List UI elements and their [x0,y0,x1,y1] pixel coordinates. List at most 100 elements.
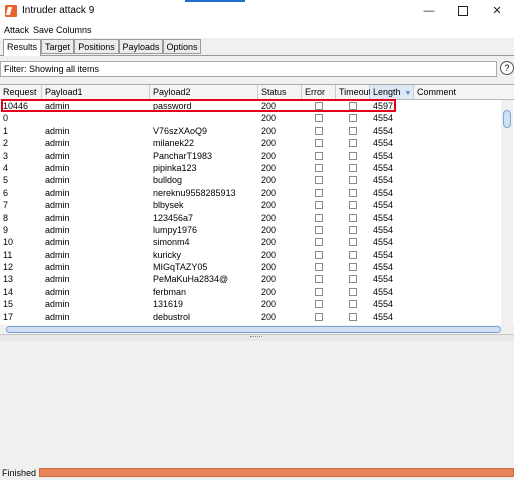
tab-positions[interactable]: Positions [74,39,119,54]
table-row[interactable]: 11 admin kuricky 200 4554 [0,249,500,261]
column-header-comment[interactable]: Comment [414,85,514,99]
error-checkbox[interactable] [315,263,323,272]
maximize-icon [458,6,468,17]
burp-app-icon [5,5,17,17]
cell-request: 0 [3,113,9,124]
tab-results[interactable]: Results [3,39,41,56]
timeout-checkbox[interactable] [349,151,357,160]
error-checkbox[interactable] [315,225,323,234]
table-row[interactable]: 5 admin bulldog 200 4554 [0,174,500,186]
table-row[interactable]: 0 200 4554 [0,112,500,124]
table-row[interactable]: 9 admin lumpy1976 200 4554 [0,224,500,236]
table-row[interactable]: 6 admin nereknu9558285913 200 4554 [0,187,500,199]
error-checkbox[interactable] [315,163,323,172]
cell-length: 4554 [373,138,394,149]
timeout-checkbox[interactable] [349,126,357,135]
timeout-checkbox[interactable] [349,312,357,321]
cell-payload2: debustrol [153,311,191,322]
timeout-checkbox[interactable] [349,139,357,148]
error-checkbox[interactable] [315,275,323,284]
error-checkbox[interactable] [315,250,323,259]
table-row[interactable]: 13 admin PeMaKuHa2834@ 200 4554 [0,273,500,285]
cell-payload1: admin [45,162,70,173]
cell-request: 10446 [3,101,29,111]
error-checkbox[interactable] [315,312,323,321]
column-header-timeout[interactable]: Timeout [336,85,371,99]
timeout-checkbox[interactable] [349,176,357,185]
maximize-button[interactable] [446,0,480,22]
table-row[interactable]: 1 admin V76szXAoQ9 200 4554 [0,125,500,137]
error-checkbox[interactable] [315,126,323,135]
table-row[interactable]: 14 admin ferbman 200 4554 [0,286,500,298]
cell-payload2: V76szXAoQ9 [153,125,208,136]
cell-request: 8 [3,212,9,223]
horizontal-scroll-thumb[interactable] [6,326,501,333]
error-checkbox[interactable] [315,287,323,296]
table-row[interactable]: 10446 admin password 200 4597 [0,100,500,112]
cell-length: 4554 [373,212,394,223]
pane-splitter[interactable] [0,334,514,341]
menu-bar: Attack Save Columns [0,22,514,38]
table-row[interactable]: 3 admin PancharT1983 200 4554 [0,150,500,162]
vertical-scrollbar[interactable] [501,100,513,325]
timeout-checkbox[interactable] [349,201,357,210]
error-checkbox[interactable] [315,238,323,247]
menu-save[interactable]: Save [33,25,54,35]
timeout-checkbox[interactable] [349,102,357,110]
error-checkbox[interactable] [315,201,323,210]
menu-attack[interactable]: Attack [4,25,29,35]
title-bar: Intruder attack 9 — ✕ [0,0,514,22]
table-row[interactable]: 12 admin MIGqTAZY05 200 4554 [0,261,500,273]
table-row[interactable]: 2 admin milanek22 200 4554 [0,137,500,149]
table-row[interactable]: 15 admin 131619 200 4554 [0,298,500,310]
table-row[interactable]: 4 admin pipinka123 200 4554 [0,162,500,174]
cell-request: 10 [3,237,14,248]
cell-length: 4554 [373,249,394,260]
timeout-checkbox[interactable] [349,275,357,284]
cell-length: 4554 [373,113,394,124]
table-row[interactable]: 17 admin debustrol 200 4554 [0,311,500,323]
column-header-length[interactable]: Length ▼ [370,85,414,99]
column-header-request[interactable]: Request [0,85,42,99]
cell-payload2: 131619 [153,299,184,310]
timeout-checkbox[interactable] [349,163,357,172]
timeout-checkbox[interactable] [349,225,357,234]
column-header-error[interactable]: Error [302,85,336,99]
cell-payload1: admin [45,286,70,297]
cell-length: 4554 [373,162,394,173]
close-button[interactable]: ✕ [480,0,514,22]
vertical-scroll-thumb[interactable] [503,110,511,128]
timeout-checkbox[interactable] [349,287,357,296]
cell-payload1: admin [45,212,70,223]
minimize-button[interactable]: — [412,0,446,22]
table-row[interactable]: 7 admin blbysek 200 4554 [0,199,500,211]
tab-target[interactable]: Target [41,39,74,54]
column-header-status[interactable]: Status [258,85,302,99]
filter-bar[interactable]: Filter: Showing all items [0,61,497,77]
timeout-checkbox[interactable] [349,188,357,197]
error-checkbox[interactable] [315,176,323,185]
error-checkbox[interactable] [315,102,323,110]
error-checkbox[interactable] [315,151,323,160]
column-header-payload1[interactable]: Payload1 [42,85,150,99]
column-header-payload2[interactable]: Payload2 [150,85,258,99]
cell-payload2: ferbman [153,286,187,297]
tab-payloads[interactable]: Payloads [119,39,163,54]
help-icon[interactable]: ? [500,61,514,75]
timeout-checkbox[interactable] [349,238,357,247]
error-checkbox[interactable] [315,139,323,148]
cell-request: 12 [3,262,14,273]
menu-columns[interactable]: Columns [56,25,92,35]
timeout-checkbox[interactable] [349,300,357,309]
error-checkbox[interactable] [315,188,323,197]
timeout-checkbox[interactable] [349,213,357,222]
timeout-checkbox[interactable] [349,263,357,272]
error-checkbox[interactable] [315,114,323,123]
timeout-checkbox[interactable] [349,114,357,123]
error-checkbox[interactable] [315,213,323,222]
timeout-checkbox[interactable] [349,250,357,259]
table-row[interactable]: 10 admin simonm4 200 4554 [0,236,500,248]
tab-options[interactable]: Options [163,39,201,54]
error-checkbox[interactable] [315,300,323,309]
table-row[interactable]: 8 admin 123456a7 200 4554 [0,212,500,224]
